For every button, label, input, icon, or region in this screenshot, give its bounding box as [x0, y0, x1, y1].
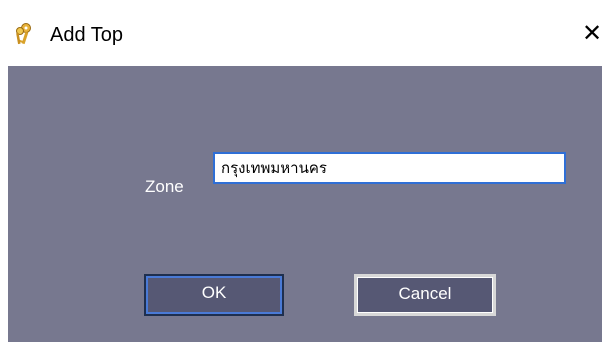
close-icon[interactable]: ✕: [582, 20, 602, 48]
dialog-body: Zone OK Cancel: [8, 66, 602, 342]
cancel-button[interactable]: Cancel: [354, 274, 496, 316]
add-top-dialog: Add Top ✕ Zone OK Cancel: [0, 0, 602, 342]
zone-input[interactable]: [213, 152, 566, 184]
zone-label: Zone: [145, 177, 184, 196]
ok-button[interactable]: OK: [144, 274, 284, 316]
keys-icon: [12, 22, 38, 48]
title-bar[interactable]: Add Top ✕: [0, 0, 602, 66]
window-title: Add Top: [50, 24, 124, 46]
